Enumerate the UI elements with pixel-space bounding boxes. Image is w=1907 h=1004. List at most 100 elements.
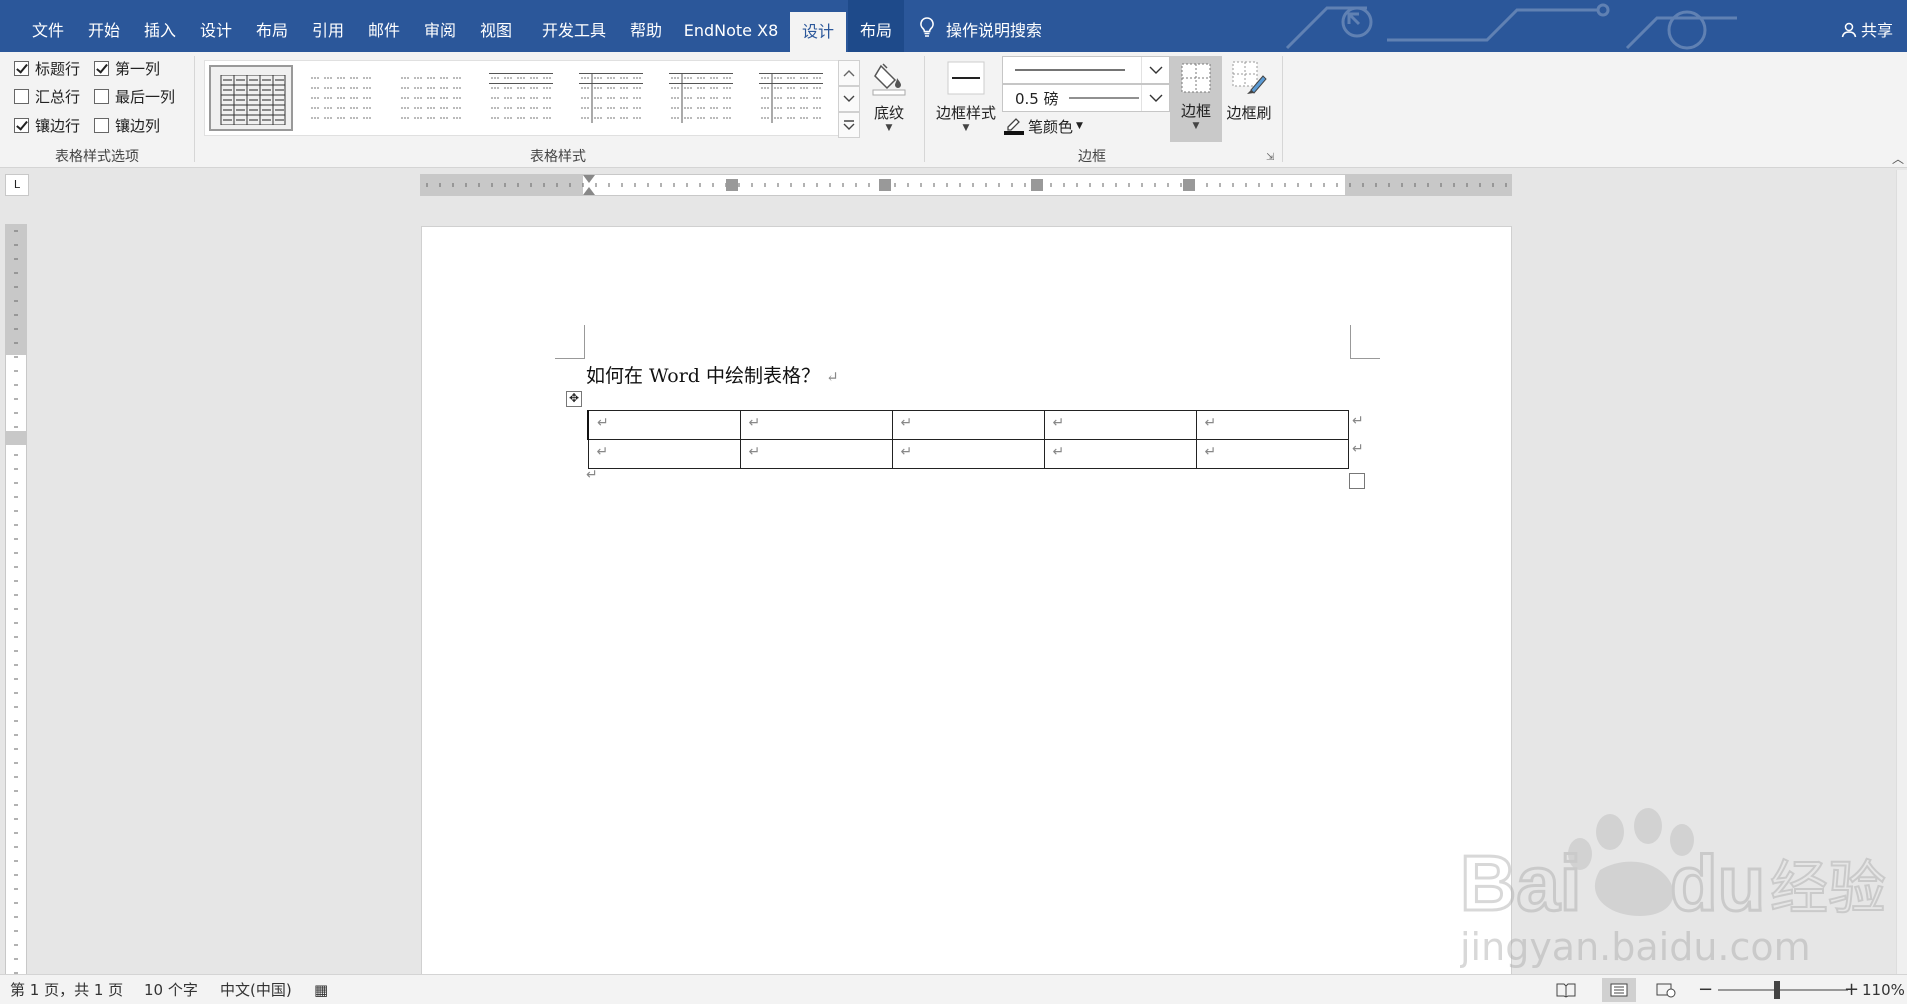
checkbox-label: 汇总行	[35, 87, 81, 106]
tab-9[interactable]: 开发工具	[532, 0, 616, 52]
pen-icon	[1004, 118, 1024, 135]
tab-4[interactable]: 布局	[244, 0, 300, 52]
lightbulb-icon	[920, 1, 934, 53]
tell-me-search[interactable]: 操作说明搜索	[920, 0, 1042, 52]
banded-columns-checkbox[interactable]: 镶边列	[94, 114, 160, 136]
table-cell[interactable]: ↵	[1043, 410, 1197, 440]
border-style-icon	[947, 61, 985, 95]
border-painter-button[interactable]: 边框刷	[1222, 60, 1276, 123]
vertical-scrollbar[interactable]	[1896, 170, 1907, 974]
table-resize-handle[interactable]	[1349, 473, 1365, 489]
table-style-thumbnail[interactable]	[659, 65, 743, 131]
header-row-checkbox[interactable]: 标题行	[14, 57, 80, 79]
gallery-scroll-up[interactable]	[838, 60, 860, 86]
word-window: 文件 开始 插入 设计 布局 引用 邮件 审阅 视图 开发工具 帮助 EndNote X8 设计 布局 操…	[0, 0, 1907, 1004]
tab-2[interactable]: 插入	[132, 0, 188, 52]
tab-8[interactable]: 视图	[468, 0, 524, 52]
thin-line-icon	[1068, 97, 1139, 99]
collapse-ribbon-icon[interactable]: ︿	[1892, 150, 1904, 167]
gallery-more-button[interactable]	[838, 112, 860, 138]
table-cell[interactable]: ↵	[891, 439, 1045, 469]
total-row-checkbox[interactable]: 汇总行	[14, 85, 80, 107]
horizontal-ruler[interactable]	[420, 174, 1512, 196]
zoom-slider[interactable]	[1718, 989, 1848, 991]
read-mode-icon[interactable]	[1556, 975, 1576, 1004]
page-count[interactable]: 第 1 页，共 1 页	[10, 975, 123, 1004]
last-column-checkbox[interactable]: 最后一列	[94, 85, 175, 107]
line-weight-dropdown[interactable]: 0.5 磅	[1002, 84, 1170, 112]
tab-12[interactable]: 设计	[790, 12, 846, 52]
share-button[interactable]: 共享	[1841, 0, 1893, 52]
circuit-decoration	[1285, 3, 1737, 50]
macro-record-icon[interactable]: ▦	[314, 975, 328, 1004]
table-move-handle-icon[interactable]: ✥	[566, 391, 582, 407]
word-count[interactable]: 10 个字	[144, 975, 198, 1004]
pen-color-button[interactable]: 笔颜色 ▼	[1004, 115, 1083, 137]
tab-10[interactable]: 帮助	[618, 0, 674, 52]
chevron-up-icon	[843, 70, 855, 77]
language-indicator[interactable]: 中文(中国)	[220, 975, 292, 1004]
shading-button[interactable]: 底纹 ▼	[866, 60, 912, 133]
tab-13[interactable]: 布局	[848, 0, 904, 52]
tab-selector[interactable]: L	[5, 174, 29, 196]
crop-mark-top-left	[555, 325, 585, 359]
line-style-dropdown[interactable]	[1002, 56, 1170, 84]
tab-5[interactable]: 引用	[300, 0, 356, 52]
tab-1[interactable]: 开始	[76, 0, 132, 52]
tell-me-label: 操作说明搜索	[946, 21, 1043, 40]
dialog-launcher-icon[interactable]: ⇲	[1266, 152, 1274, 163]
table-style-thumbnail[interactable]	[749, 65, 833, 131]
watermark-brand-2: du	[1670, 839, 1765, 927]
vertical-ruler[interactable]	[5, 224, 27, 978]
border-styles-label: 边框样式	[935, 104, 996, 122]
checkbox-box	[94, 60, 109, 76]
checkbox-label: 第一列	[115, 59, 161, 78]
table-cell[interactable]: ↵	[1195, 410, 1349, 440]
tab-3[interactable]: 设计	[188, 0, 244, 52]
group-separator	[924, 56, 925, 162]
table-cell[interactable]: ↵	[1043, 439, 1197, 469]
table-cell[interactable]: ↵	[739, 410, 893, 440]
group-separator	[194, 56, 195, 162]
table-cell[interactable]: ↵	[739, 439, 893, 469]
borders-button[interactable]: 边框 ▼	[1170, 56, 1222, 142]
table-cell[interactable]: ↵	[1195, 439, 1349, 469]
checkbox-label: 最后一列	[115, 87, 176, 106]
more-icon	[843, 120, 855, 130]
zoom-out-icon[interactable]: −	[1698, 975, 1713, 1004]
ribbon-tab-bar: 文件 开始 插入 设计 布局 引用 邮件 审阅 视图 开发工具 帮助 EndNote X8 设计 布局 操…	[0, 0, 1907, 52]
gallery-scroll-down[interactable]	[838, 86, 860, 112]
web-layout-icon[interactable]	[1656, 975, 1676, 1004]
pen-color-label: 笔颜色	[1028, 117, 1074, 136]
tab-6[interactable]: 邮件	[356, 0, 412, 52]
ruler-ticks	[6, 230, 26, 974]
tab-7[interactable]: 审阅	[412, 0, 468, 52]
table-style-thumbnail[interactable]	[209, 65, 293, 131]
ribbon-body: 标题行 汇总行 镶边行 第一列 最后一列 镶边列 表格样式选项 底纹 ▼ 表格样…	[0, 52, 1907, 168]
tab-11[interactable]: EndNote X8	[678, 0, 784, 52]
print-layout-icon[interactable]	[1602, 978, 1636, 1002]
caret-down-icon: ▼	[885, 123, 893, 133]
document-page[interactable]: 如何在 Word 中绘制表格？ ↵ ✥ ↵ ↵ ↵ ↵ ↵ ↵ ↵ ↵ ↵ ↵ ↵ ↵ ↵	[421, 226, 1512, 986]
first-column-checkbox[interactable]: 第一列	[94, 57, 160, 79]
zoom-level[interactable]: 110%	[1862, 975, 1905, 1004]
banded-rows-checkbox[interactable]: 镶边行	[14, 114, 80, 136]
document-heading[interactable]: 如何在 Word 中绘制表格？ ↵	[586, 361, 839, 388]
zoom-in-icon[interactable]: +	[1844, 975, 1859, 1004]
table-cell[interactable]: ↵	[587, 439, 741, 469]
crop-mark-top-right	[1350, 325, 1380, 359]
tab-0[interactable]: 文件	[20, 0, 76, 52]
table-style-thumbnail[interactable]	[569, 65, 653, 131]
checkbox-box	[94, 117, 109, 133]
table-style-thumbnail[interactable]	[299, 65, 383, 131]
row-end-mark: ↵	[1352, 413, 1364, 429]
borders-grid-icon	[1181, 63, 1211, 93]
zoom-slider-thumb[interactable]	[1774, 981, 1780, 999]
table-style-thumbnail[interactable]	[389, 65, 473, 131]
table-cell[interactable]: ↵	[587, 410, 741, 440]
document-table[interactable]: ↵ ↵ ↵ ↵ ↵ ↵ ↵ ↵ ↵ ↵	[587, 410, 1349, 469]
baidu-watermark: Bai du 经验 jingyan.baidu.com	[1460, 808, 1887, 969]
table-cell[interactable]: ↵	[891, 410, 1045, 440]
border-styles-button[interactable]: 边框样式 ▼	[934, 60, 998, 133]
table-style-thumbnail[interactable]	[479, 65, 563, 131]
